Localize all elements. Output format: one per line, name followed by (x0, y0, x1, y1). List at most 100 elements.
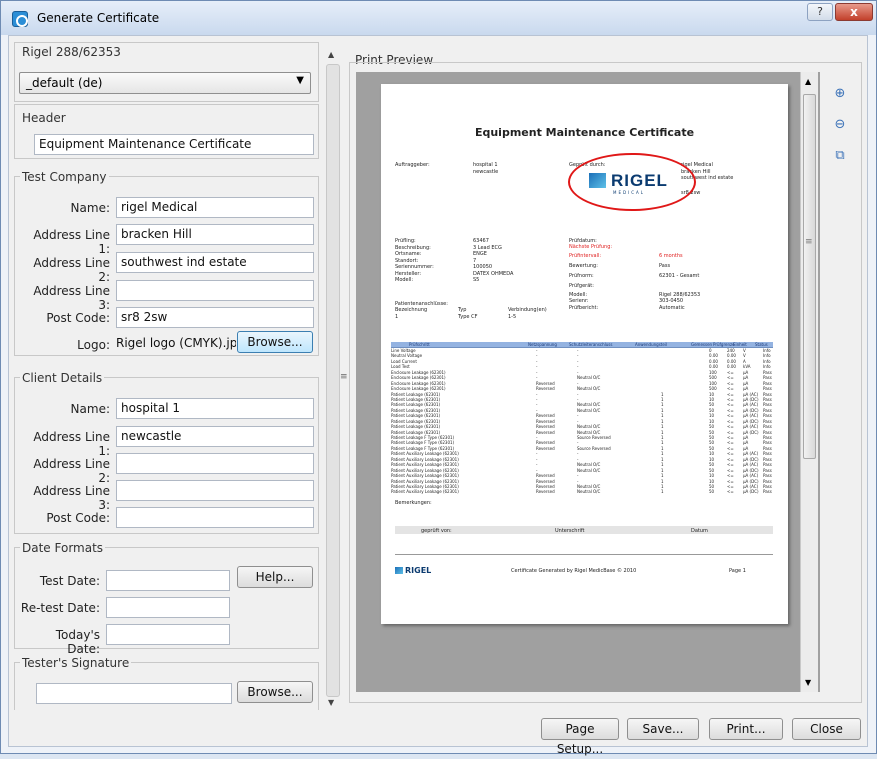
grip-icon: ≡ (805, 237, 813, 247)
table-cell: 240 (727, 348, 735, 353)
table-cell: Reversed (536, 424, 555, 430)
table-cell: µA (743, 375, 749, 381)
table-cell: <= (727, 456, 734, 462)
table-cell: Pass (763, 424, 772, 430)
test-date-input[interactable] (106, 570, 230, 591)
preview-scrollbar[interactable]: ▲ ≡ ▼ (800, 72, 818, 692)
table-cell: Patient Auxiliary Leakage (62301) (391, 467, 459, 473)
header-input[interactable]: Equipment Maintenance Certificate (34, 134, 314, 155)
device-field-value: 3 Lead ECG (473, 244, 502, 251)
device-field-value: ENGE (473, 251, 487, 257)
table-cell: Patient Auxiliary Leakage (62301) (391, 451, 459, 457)
close-window-button[interactable]: x (835, 3, 873, 21)
client-line: hospital 1 (473, 162, 498, 168)
zoom-in-icon[interactable]: ⊕ (831, 86, 849, 104)
left-panel-scrollbar[interactable]: ▲ ▼ (326, 50, 340, 710)
table-cell: - (577, 440, 579, 446)
table-header-cell: Status (755, 342, 768, 347)
table-cell: 1 (661, 440, 664, 446)
table-cell: Pass (763, 478, 772, 484)
table-cell: - (577, 353, 579, 359)
help-button[interactable]: ? (807, 3, 833, 21)
scroll-down-arrow-icon[interactable]: ▼ (805, 678, 811, 687)
table-cell: µA (DC) (743, 467, 759, 473)
client-name-input[interactable]: hospital 1 (116, 398, 314, 419)
certificate-page: Equipment Maintenance Certificate Auftra… (381, 84, 788, 624)
preview-canvas[interactable]: Equipment Maintenance Certificate Auftra… (356, 72, 820, 692)
close-button[interactable]: Close (792, 718, 861, 740)
company-name-input[interactable]: rigel Medical (116, 197, 314, 218)
client-addr3-input[interactable] (116, 480, 314, 501)
test-company-label: Test Company (20, 170, 109, 184)
scroll-up-arrow-icon[interactable]: ▲ (328, 50, 334, 59)
table-cell: Pass (763, 380, 772, 386)
table-cell: µA (DC) (743, 489, 759, 495)
retest-date-label: Re-test Date: (20, 601, 100, 615)
table-cell: - (577, 391, 579, 397)
company-addr3-input[interactable] (116, 280, 314, 301)
table-cell: - (536, 407, 538, 413)
zoom-out-icon[interactable]: ⊖ (831, 117, 849, 135)
table-cell: µA (AC) (743, 451, 759, 457)
device-field-value: 100050 (473, 264, 493, 270)
scrollbar-thumb[interactable] (326, 64, 340, 697)
client-postcode-input[interactable] (116, 507, 314, 528)
company-addr1-input[interactable]: bracken Hill (116, 224, 314, 245)
today-date-input[interactable] (106, 624, 230, 645)
client-addr2-input[interactable] (116, 453, 314, 474)
test-field-value: Automatic (659, 305, 685, 311)
signature-row: geprüft von: Unterschrift Datum (395, 526, 773, 534)
table-cell: 1 (661, 391, 664, 397)
table-cell: Patient Leakage F Type (62301) (391, 435, 455, 440)
print-button[interactable]: Print... (709, 718, 783, 740)
table-cell: - (577, 473, 579, 479)
table-cell: Patient Leakage (62301) (391, 396, 441, 402)
table-cell: Reversed (536, 413, 555, 419)
table-cell: 10 (709, 478, 715, 484)
scrollbar-thumb[interactable] (803, 94, 816, 459)
sign-col: geprüft von: (421, 528, 452, 534)
table-cell: Reversed (536, 483, 555, 489)
language-value: _default (de) (26, 76, 103, 90)
zoom-page-icon[interactable]: ⧉ (831, 148, 849, 166)
table-cell: 0.00 (709, 358, 718, 364)
table-cell: 10 (709, 451, 715, 457)
table-cell: Neutral O/C (577, 424, 601, 430)
signature-browse-button[interactable]: Browse... (237, 681, 313, 703)
results-table: Prüfschritt Netzspannung Schutzleiteransch… (391, 342, 773, 495)
client-details-label: Client Details (20, 371, 105, 385)
scroll-down-arrow-icon[interactable]: ▼ (328, 698, 334, 707)
language-dropdown[interactable]: _default (de) ▼ (19, 72, 311, 94)
table-header-cell: Schutzleiteranschluss (569, 342, 613, 347)
logo-browse-button[interactable]: Browse... (237, 331, 313, 353)
test-date-label: Test Date: (39, 574, 100, 588)
company-postcode-input[interactable]: sr8 2sw (116, 307, 314, 328)
splitter-handle[interactable]: ≡ (340, 372, 348, 382)
page-setup-button[interactable]: Page Setup... (541, 718, 619, 756)
table-cell: 1 (661, 418, 664, 424)
table-cell: Info (763, 364, 771, 370)
company-addr2-input[interactable]: southwest ind estate (116, 252, 314, 273)
retest-date-input[interactable] (106, 597, 230, 618)
table-cell: - (577, 358, 579, 364)
table-cell: µA (DC) (743, 407, 759, 413)
table-header-cell: Gemessen (691, 342, 713, 347)
table-cell: Pass (763, 445, 772, 451)
date-help-button[interactable]: Help... (237, 566, 313, 588)
scroll-up-arrow-icon[interactable]: ▲ (805, 77, 811, 86)
device-field-label: Modell: (395, 277, 414, 283)
table-cell: 50 (709, 445, 715, 451)
today-date-label: Today's Date: (55, 628, 100, 656)
signature-input[interactable] (36, 683, 232, 704)
client-heading: Auftraggeber: (395, 162, 430, 168)
table-cell: 0.00 (727, 358, 736, 364)
company-addr2-label: Address Line 2: (33, 256, 110, 284)
date-formats-label: Date Formats (20, 541, 106, 555)
table-cell: 1 (661, 424, 664, 430)
logo-label: Logo: (77, 338, 110, 352)
table-cell: Pass (763, 369, 772, 375)
save-button[interactable]: Save... (627, 718, 699, 740)
client-addr1-input[interactable]: newcastle (116, 426, 314, 447)
app-icon (12, 11, 28, 27)
table-cell: µA (DC) (743, 429, 759, 435)
